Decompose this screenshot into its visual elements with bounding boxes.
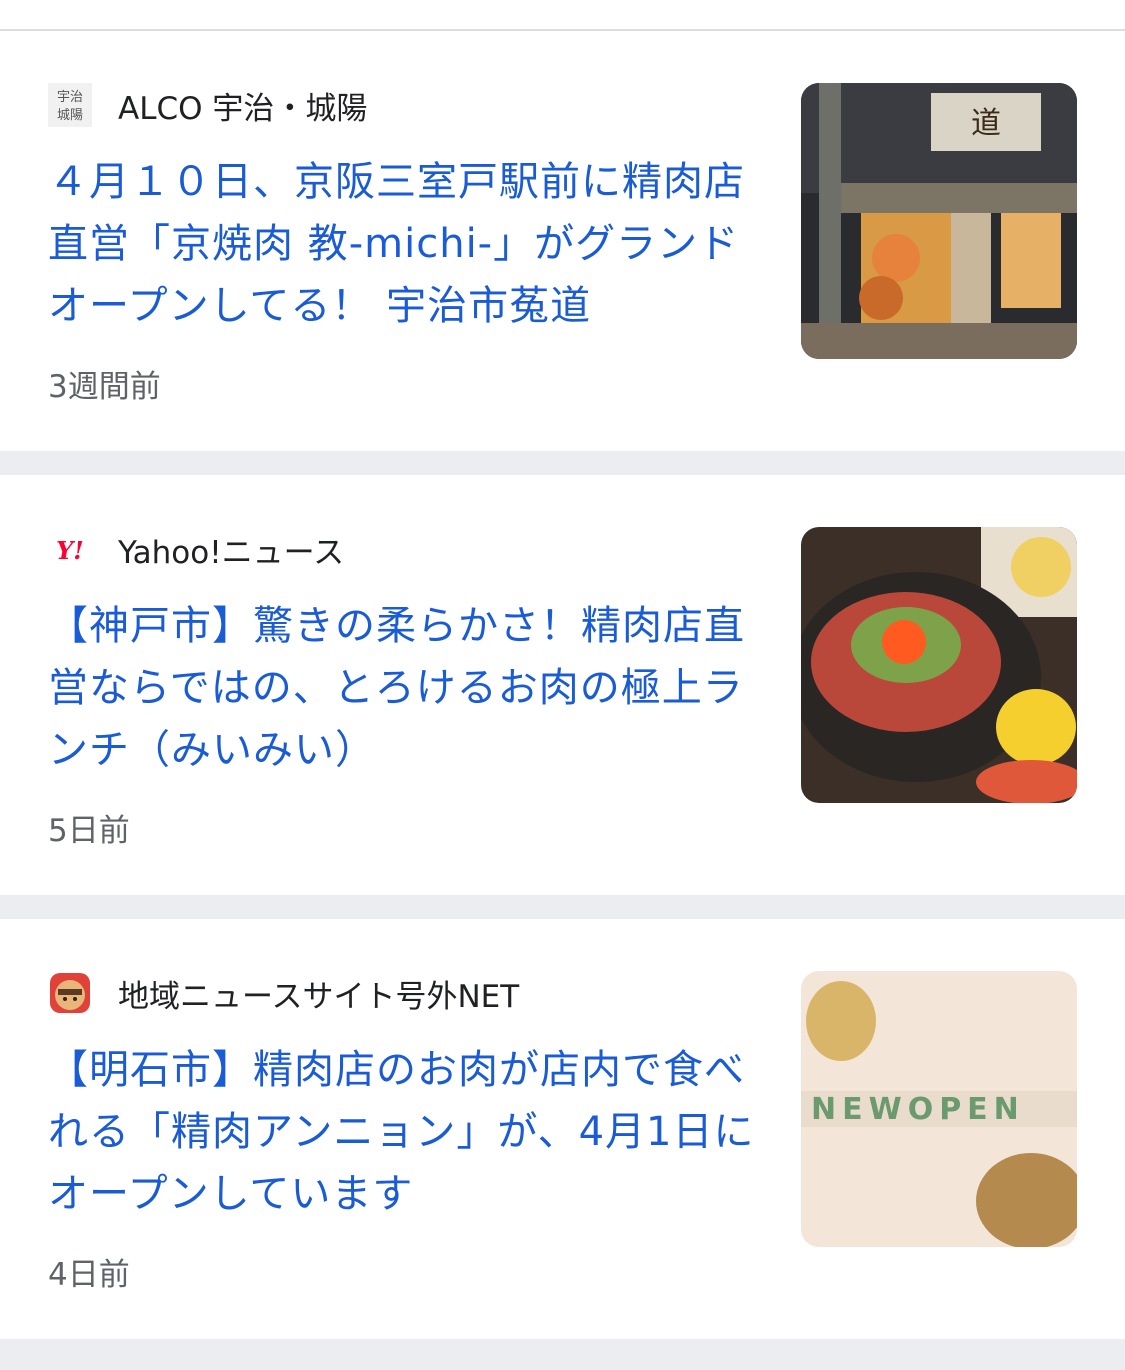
article-thumbnail[interactable]: NEWOPEN: [801, 971, 1077, 1247]
alco-logo-text-2: 城陽: [57, 108, 83, 123]
article-thumbnail[interactable]: [801, 527, 1077, 803]
news-source: Y! Yahoo!ニュース: [48, 527, 344, 571]
article-time: 5日前: [48, 813, 130, 849]
article-headline[interactable]: ４月１０日、京阪三室戸駅前に精肉店直営「京焼肉 教-michi-」がグランドオー…: [48, 151, 760, 337]
thumbnail-text: NEWOPEN: [811, 1092, 1025, 1127]
source-name: ALCO 宇治・城陽: [118, 90, 368, 127]
article-time: 4日前: [48, 1257, 130, 1293]
yahoo-logo-text: Y!: [56, 536, 84, 565]
article-headline[interactable]: 【神戸市】驚きの柔らかさ！精肉店直営ならではの、とろけるお肉の極上ランチ（みいみ…: [48, 595, 760, 781]
news-source: 宇治 城陽 ALCO 宇治・城陽: [48, 83, 367, 127]
alco-logo-icon: 宇治 城陽: [48, 83, 92, 127]
alco-logo-text-1: 宇治: [57, 90, 83, 105]
news-card[interactable]: Y! Yahoo!ニュース 【神戸市】驚きの柔らかさ！精肉店直営ならではの、とろ…: [0, 475, 1125, 895]
source-name: 地域ニュースサイト号外NET: [118, 978, 520, 1015]
top-strip: [0, 0, 1125, 31]
news-card[interactable]: 宇治 城陽 ALCO 宇治・城陽 ４月１０日、京阪三室戸駅前に精肉店直営「京焼肉…: [0, 31, 1125, 451]
article-time: 3週間前: [48, 369, 161, 405]
article-headline[interactable]: 【明石市】精肉店のお肉が店内で食べれる「精肉アンニョン」が、4月1日にオープンし…: [48, 1039, 760, 1225]
news-card[interactable]: 地域ニュースサイト号外NET 【明石市】精肉店のお肉が店内で食べれる「精肉アンニ…: [0, 919, 1125, 1339]
bottom-separator: [0, 1339, 1125, 1369]
article-thumbnail[interactable]: 道: [801, 83, 1077, 359]
gogai-net-logo-icon: [48, 971, 92, 1015]
yahoo-logo-icon: Y!: [48, 527, 92, 571]
svg-text:道: 道: [971, 106, 1001, 141]
source-name: Yahoo!ニュース: [118, 534, 345, 571]
news-source: 地域ニュースサイト号外NET: [48, 971, 519, 1015]
